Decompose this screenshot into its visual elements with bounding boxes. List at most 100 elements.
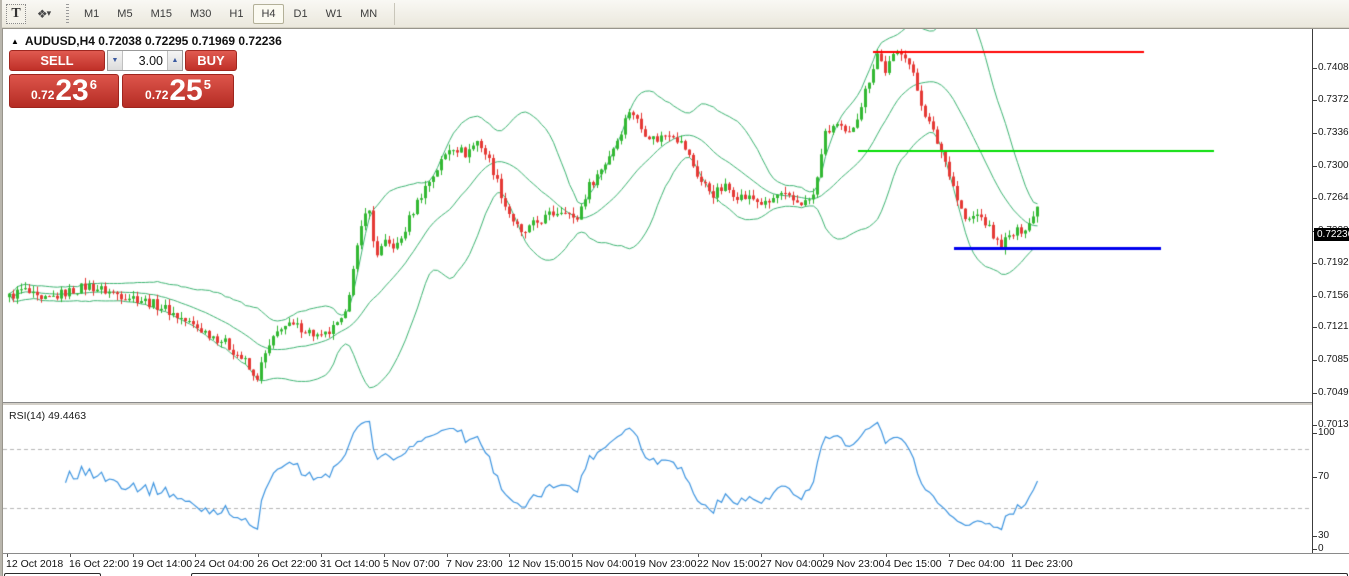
one-click-trade-panel: SELL ▼ ▲ BUY 0.72 23 6 0.72 (9, 50, 237, 108)
time-axis-label: 5 Nov 07:00 (383, 558, 440, 570)
price-axis-tick (1313, 100, 1317, 101)
time-axis-tick (321, 554, 322, 557)
spinner-up-icon: ▲ (171, 57, 179, 64)
toolbar-separator (394, 2, 396, 25)
buy-price-big: 25 (169, 74, 203, 107)
price-axis[interactable]: 0.74080 0.73720 0.73360 0.73000 0.72640 0.722… (1312, 29, 1349, 554)
chart-title-text: AUDUSD,H4 0.72038 0.72295 0.71969 0.7223… (24, 34, 282, 48)
price-axis-tick (1313, 360, 1317, 361)
rsi-axis-tick (1313, 549, 1317, 550)
price-axis-label: 0.74080 (1318, 62, 1349, 73)
timeframe-button-d1[interactable]: D1 (286, 4, 316, 24)
rsi-indicator-canvas[interactable] (3, 406, 1312, 553)
toolbar: T ❖ ▾ M1 M5 M15 M30 H1 H4 D1 W1 MN (2, 0, 1349, 28)
rsi-axis-tick (1313, 433, 1317, 434)
time-axis-tick (886, 554, 887, 557)
time-axis-label: 27 Nov 04:00 (760, 558, 823, 570)
rsi-axis-label: 70 (1318, 471, 1330, 482)
volume-input[interactable] (123, 51, 167, 70)
buy-button[interactable]: BUY (185, 50, 237, 71)
volume-decrease-button[interactable]: ▼ (108, 51, 123, 70)
sell-price-pip: 6 (89, 77, 97, 92)
price-axis-label: 0.73720 (1318, 94, 1349, 105)
chart-tab-strip (3, 572, 1349, 576)
price-axis-tick (1313, 68, 1317, 69)
drawing-tool-button[interactable]: ❖ ▾ (30, 4, 56, 24)
price-axis-label: 0.71920 (1318, 257, 1349, 268)
volume-stepper: ▼ ▲ (107, 50, 183, 71)
time-axis-label: 16 Oct 22:00 (69, 558, 130, 570)
time-axis-label: 12 Nov 15:00 (508, 558, 571, 570)
rsi-axis-label: 100 (1318, 427, 1335, 438)
price-axis-label: 0.71560 (1318, 290, 1349, 301)
time-axis-tick (509, 554, 510, 557)
timeframe-button-h1[interactable]: H1 (221, 4, 251, 24)
time-axis-tick (258, 554, 259, 557)
buy-button-label: BUY (197, 53, 225, 68)
rsi-axis-label: 30 (1318, 530, 1330, 541)
rsi-axis-tick (1313, 477, 1317, 478)
current-price-tag: 0.72236 (1314, 228, 1349, 241)
price-axis-tick (1313, 133, 1317, 134)
timeframe-button-m1[interactable]: M1 (76, 4, 107, 24)
time-axis-tick (70, 554, 71, 557)
timeframe-button-mn[interactable]: MN (352, 4, 385, 24)
spinner-down-icon: ▼ (111, 57, 119, 64)
time-axis-tick (384, 554, 385, 557)
buy-price-pip: 5 (203, 77, 211, 92)
time-axis-label: 7 Dec 04:00 (948, 558, 1005, 570)
collapse-panel-icon[interactable]: ▲ (11, 37, 19, 46)
price-axis-tick (1313, 198, 1317, 199)
sell-button[interactable]: SELL (9, 50, 105, 71)
text-tool-button[interactable]: T (6, 3, 26, 24)
time-axis-label: 19 Oct 14:00 (132, 558, 193, 570)
timeframe-button-h4[interactable]: H4 (253, 3, 284, 24)
price-axis-tick (1313, 263, 1317, 264)
price-axis-tick (1313, 166, 1317, 167)
time-axis-label: 26 Oct 22:00 (257, 558, 318, 570)
time-axis-tick (635, 554, 636, 557)
chart-window: ▲ AUDUSD,H4 0.72038 0.72295 0.71969 0.72… (2, 28, 1349, 576)
time-axis-label: 24 Oct 04:00 (194, 558, 255, 570)
rsi-axis-tick (1313, 536, 1317, 537)
time-axis-label: 19 Nov 23:00 (634, 558, 697, 570)
price-axis-tick (1313, 327, 1317, 328)
price-axis-tick (1313, 393, 1317, 394)
sell-price-button[interactable]: 0.72 23 6 (9, 74, 119, 108)
time-axis-tick (195, 554, 196, 557)
timeframe-button-m5[interactable]: M5 (109, 4, 140, 24)
volume-increase-button[interactable]: ▲ (167, 51, 182, 70)
time-axis-tick (572, 554, 573, 557)
time-axis-tick (1012, 554, 1013, 557)
toolbar-grip[interactable] (66, 3, 69, 24)
buy-price-button[interactable]: 0.72 25 5 (122, 74, 234, 108)
time-axis[interactable]: 12 Oct 2018 16 Oct 22:00 19 Oct 14:00 24 Oc… (3, 553, 1349, 572)
buy-price-prefix: 0.72 (145, 88, 169, 102)
drawing-tool-icon: ❖ (36, 6, 48, 21)
time-axis-tick (761, 554, 762, 557)
time-axis-label: 29 Nov 23:00 (822, 558, 885, 570)
sell-price-big: 23 (55, 74, 89, 107)
price-axis-label: 0.73360 (1318, 127, 1349, 138)
time-axis-label: 7 Nov 23:00 (446, 558, 503, 570)
rsi-indicator-label: RSI(14) 49.4463 (9, 410, 87, 422)
timeframe-button-m30[interactable]: M30 (182, 4, 219, 24)
time-axis-label: 15 Nov 04:00 (571, 558, 634, 570)
sell-button-label: SELL (40, 53, 74, 68)
chevron-down-icon: ▾ (46, 8, 51, 18)
text-tool-icon: T (11, 5, 21, 21)
time-axis-label: 11 Dec 23:00 (1011, 558, 1073, 570)
price-axis-label: 0.70850 (1318, 354, 1349, 365)
time-axis-tick (133, 554, 134, 557)
chart-title: ▲ AUDUSD,H4 0.72038 0.72295 0.71969 0.72… (11, 34, 282, 48)
timeframe-button-w1[interactable]: W1 (318, 4, 351, 24)
timeframe-button-group: M1 M5 M15 M30 H1 H4 D1 W1 MN (75, 3, 386, 24)
time-axis-tick (949, 554, 950, 557)
price-axis-label: 0.70490 (1318, 387, 1349, 398)
time-axis-tick (7, 554, 8, 557)
timeframe-button-m15[interactable]: M15 (143, 4, 180, 24)
time-axis-tick (447, 554, 448, 557)
sell-price-prefix: 0.72 (31, 88, 55, 102)
time-axis-label: 12 Oct 2018 (6, 558, 64, 570)
price-axis-label: 0.71210 (1318, 321, 1349, 332)
